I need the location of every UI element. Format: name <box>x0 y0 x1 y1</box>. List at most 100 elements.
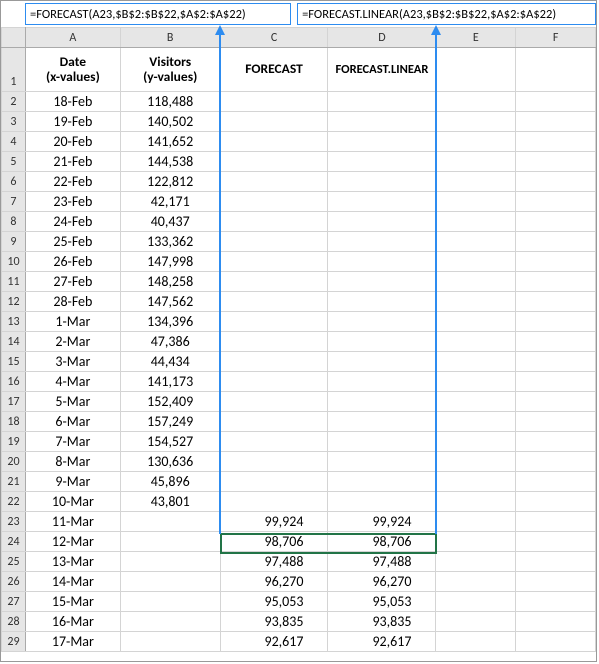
cell-forecast-linear[interactable]: 92,617 <box>328 632 436 652</box>
cell-visitors[interactable]: 45,896 <box>120 472 220 492</box>
cell-forecast-linear[interactable]: 97,488 <box>328 552 436 572</box>
cell-forecast[interactable]: 92,617 <box>220 632 328 652</box>
row-header[interactable]: 16 <box>2 372 26 392</box>
cell-date[interactable]: 27-Feb <box>25 272 120 292</box>
cell-date[interactable]: 2-Mar <box>25 332 120 352</box>
col-header-F[interactable]: F <box>516 28 596 48</box>
cell-forecast-linear[interactable] <box>328 332 436 352</box>
cell-empty[interactable] <box>436 592 516 612</box>
cell-empty[interactable] <box>516 392 596 412</box>
cell-forecast[interactable] <box>220 172 328 192</box>
cell-empty[interactable] <box>436 372 516 392</box>
cell-date[interactable]: 7-Mar <box>25 432 120 452</box>
cell-empty[interactable] <box>436 152 516 172</box>
cell-forecast[interactable]: 93,835 <box>220 612 328 632</box>
cell-forecast[interactable] <box>220 152 328 172</box>
cell-date[interactable]: 11-Mar <box>25 512 120 532</box>
cell-forecast-linear[interactable] <box>328 392 436 412</box>
cell-visitors[interactable] <box>120 512 220 532</box>
cell-forecast[interactable]: 96,270 <box>220 572 328 592</box>
row-header[interactable]: 13 <box>2 312 26 332</box>
cell-empty[interactable] <box>516 472 596 492</box>
col-header-B[interactable]: B <box>120 28 220 48</box>
row-header[interactable]: 27 <box>2 592 26 612</box>
cell-empty[interactable] <box>516 412 596 432</box>
cell-C1[interactable]: FORECAST <box>220 48 328 92</box>
cell-empty[interactable] <box>436 352 516 372</box>
cell-visitors[interactable]: 141,652 <box>120 132 220 152</box>
cell-forecast-linear[interactable] <box>328 212 436 232</box>
cell-empty[interactable] <box>436 132 516 152</box>
col-header-D[interactable]: D <box>328 28 436 48</box>
cell-forecast-linear[interactable] <box>328 112 436 132</box>
cell-empty[interactable] <box>516 272 596 292</box>
cell-forecast-linear[interactable] <box>328 132 436 152</box>
cell-visitors[interactable]: 147,998 <box>120 252 220 272</box>
cell-visitors[interactable]: 118,488 <box>120 92 220 112</box>
cell-empty[interactable] <box>516 452 596 472</box>
cell-empty[interactable] <box>516 92 596 112</box>
cell-empty[interactable] <box>516 172 596 192</box>
cell-visitors[interactable]: 130,636 <box>120 452 220 472</box>
row-header[interactable]: 17 <box>2 392 26 412</box>
row-header[interactable]: 20 <box>2 452 26 472</box>
cell-empty[interactable] <box>516 572 596 592</box>
cell-forecast-linear[interactable] <box>328 172 436 192</box>
cell-visitors[interactable]: 42,171 <box>120 192 220 212</box>
cell-forecast[interactable] <box>220 472 328 492</box>
col-header-C[interactable]: C <box>220 28 328 48</box>
cell-empty[interactable] <box>516 552 596 572</box>
cell-forecast[interactable] <box>220 352 328 372</box>
cell-visitors[interactable]: 47,386 <box>120 332 220 352</box>
cell-forecast-linear[interactable]: 96,270 <box>328 572 436 592</box>
cell-date[interactable]: 14-Mar <box>25 572 120 592</box>
cell-forecast[interactable]: 99,924 <box>220 512 328 532</box>
cell-forecast-linear[interactable]: 93,835 <box>328 612 436 632</box>
cell-date[interactable]: 20-Feb <box>25 132 120 152</box>
row-header[interactable]: 28 <box>2 612 26 632</box>
cell-date[interactable]: 5-Mar <box>25 392 120 412</box>
cell-empty[interactable] <box>516 432 596 452</box>
cell-empty[interactable] <box>516 592 596 612</box>
cell-date[interactable]: 9-Mar <box>25 472 120 492</box>
cell-empty[interactable] <box>436 472 516 492</box>
row-header[interactable]: 24 <box>2 532 26 552</box>
cell-empty[interactable] <box>436 292 516 312</box>
cell-forecast[interactable]: 97,488 <box>220 552 328 572</box>
cell-forecast-linear[interactable] <box>328 152 436 172</box>
cell-date[interactable]: 12-Mar <box>25 532 120 552</box>
row-header[interactable]: 18 <box>2 412 26 432</box>
cell-visitors[interactable]: 154,527 <box>120 432 220 452</box>
cell-forecast-linear[interactable] <box>328 492 436 512</box>
cell-empty[interactable] <box>436 92 516 112</box>
cell-forecast[interactable] <box>220 292 328 312</box>
cell-visitors[interactable] <box>120 532 220 552</box>
cell-empty[interactable] <box>436 272 516 292</box>
cell-forecast[interactable]: 98,706 <box>220 532 328 552</box>
cell-empty[interactable] <box>516 132 596 152</box>
cell-forecast-linear[interactable] <box>328 312 436 332</box>
row-header[interactable]: 10 <box>2 252 26 272</box>
cell-date[interactable]: 26-Feb <box>25 252 120 272</box>
row-header[interactable]: 21 <box>2 472 26 492</box>
cell-forecast-linear[interactable] <box>328 432 436 452</box>
row-header[interactable]: 4 <box>2 132 26 152</box>
cell-forecast-linear[interactable] <box>328 412 436 432</box>
cell-visitors[interactable] <box>120 632 220 652</box>
cell-date[interactable]: 23-Feb <box>25 192 120 212</box>
cell-date[interactable]: 15-Mar <box>25 592 120 612</box>
cell-date[interactable]: 3-Mar <box>25 352 120 372</box>
cell-forecast[interactable] <box>220 132 328 152</box>
row-header[interactable]: 11 <box>2 272 26 292</box>
cell-F1[interactable] <box>516 48 596 92</box>
cell-visitors[interactable]: 152,409 <box>120 392 220 412</box>
cell-forecast[interactable] <box>220 452 328 472</box>
cell-visitors[interactable]: 157,249 <box>120 412 220 432</box>
cell-forecast-linear[interactable] <box>328 292 436 312</box>
row-header[interactable]: 2 <box>2 92 26 112</box>
cell-date[interactable]: 19-Feb <box>25 112 120 132</box>
cell-forecast-linear[interactable]: 99,924 <box>328 512 436 532</box>
cell-date[interactable]: 16-Mar <box>25 612 120 632</box>
cell-forecast[interactable] <box>220 192 328 212</box>
cell-empty[interactable] <box>436 392 516 412</box>
